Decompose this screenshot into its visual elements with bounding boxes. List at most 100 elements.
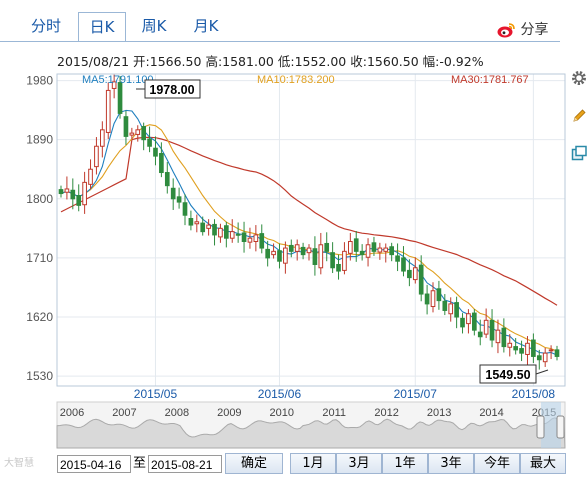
candle [342, 242, 347, 275]
x-tick-label: 2015/05 [134, 387, 178, 398]
range-ytd-button[interactable]: 今年 [474, 453, 520, 474]
candle-body [105, 89, 111, 133]
range-1y-button[interactable]: 1年 [382, 453, 428, 474]
range-3m-button[interactable]: 3月 [336, 453, 382, 474]
candle-body [501, 327, 507, 348]
range-max-button[interactable]: 最大 [520, 453, 566, 474]
candle-body [513, 346, 518, 351]
candle [247, 227, 253, 249]
candle [200, 216, 206, 236]
history-navigator[interactable]: 2006200720082009201020112012201320142015 [0, 400, 587, 452]
candle-body [442, 300, 448, 311]
candle-body [88, 168, 93, 185]
candle-body [525, 342, 530, 355]
settings-gear-icon[interactable] [571, 70, 587, 86]
candle-body [123, 116, 129, 137]
candle [94, 137, 99, 175]
candle-body [153, 147, 158, 157]
candle-body [76, 195, 82, 206]
candle-body [466, 313, 471, 325]
candle-body [265, 248, 270, 259]
candle [412, 257, 418, 284]
navigator-year-label: 2011 [322, 407, 346, 419]
candle [483, 308, 489, 339]
navigator-year-label: 2006 [60, 407, 84, 419]
candle-body [58, 189, 64, 195]
candle [395, 243, 400, 272]
candle-body [519, 348, 524, 354]
navigator-left-handle[interactable] [536, 415, 545, 439]
candle-body [241, 232, 247, 242]
candle-body [188, 218, 194, 226]
tab-intraday[interactable]: 分时 [26, 14, 66, 38]
candle-body [454, 302, 459, 318]
candle [283, 241, 288, 274]
share-label: 分享 [520, 22, 549, 38]
ma5-line [60, 109, 558, 356]
window-popout-icon[interactable] [571, 145, 587, 161]
candle-body [401, 257, 406, 272]
kline-chart[interactable]: 198018901800171016201530 2015/05 2015/06 2… [0, 62, 570, 398]
candle [312, 236, 318, 276]
tab-monthly-k[interactable]: 月K [186, 14, 226, 38]
candle-body [277, 250, 282, 262]
candle [206, 219, 211, 236]
candle [318, 232, 324, 275]
navigator-year-label: 2007 [112, 407, 136, 419]
candle [188, 210, 194, 231]
candle [501, 318, 507, 353]
candle-body [407, 269, 412, 279]
tab-weekly-k[interactable]: 周K [134, 14, 174, 38]
end-date-input[interactable]: 2015-08-21 [148, 455, 222, 473]
candle-body [424, 293, 430, 305]
candle-body [318, 244, 324, 269]
candle-body [147, 138, 152, 147]
candle-body [182, 202, 188, 216]
candle-body [229, 231, 235, 239]
navigator-year-label: 2010 [270, 407, 294, 419]
candle [212, 219, 217, 246]
max-value: 1978.00 [149, 83, 194, 97]
candle-body [200, 222, 206, 233]
candle [531, 333, 536, 364]
y-tick-label: 1710 [26, 251, 53, 265]
ma30-label: MA30:1781.767 [451, 74, 529, 86]
candle-body [253, 234, 259, 242]
max-annotation: 1978.00 [136, 79, 201, 99]
ma5-label: MA5:1791.100 [82, 74, 154, 86]
candle-body [288, 244, 294, 252]
candle [218, 223, 223, 243]
candle-body [554, 349, 560, 357]
candle [170, 178, 176, 210]
candle [389, 242, 394, 262]
navigator-right-handle[interactable] [556, 415, 565, 439]
candle [224, 221, 229, 248]
tab-daily-k[interactable]: 日K [78, 12, 126, 42]
ma10-label: MA10:1783.200 [257, 74, 335, 86]
candle-body [371, 242, 377, 252]
candle [460, 313, 465, 334]
ma30-line [60, 136, 558, 306]
pencil-draw-icon[interactable] [571, 108, 587, 124]
candle-body [82, 181, 87, 206]
candle [418, 255, 424, 302]
candle-body [395, 255, 400, 262]
candle [377, 242, 383, 260]
candle [58, 185, 64, 198]
candle-body [489, 319, 495, 341]
candle-body [472, 312, 477, 331]
range-3y-button[interactable]: 3年 [428, 453, 474, 474]
range-controls: 2015-04-16 至 2015-08-21 确定 1月 3月 1年 3年 今… [0, 452, 587, 477]
chart-gridlines [57, 74, 565, 386]
range-1m-button[interactable]: 1月 [290, 453, 336, 474]
confirm-button[interactable]: 确定 [225, 453, 283, 474]
start-date-input[interactable]: 2015-04-16 [57, 455, 131, 473]
candle [253, 225, 259, 252]
share-button[interactable]: 分享 [496, 19, 548, 41]
candle [466, 309, 471, 334]
x-tick-label: 2015/08 [512, 387, 556, 398]
candle-body [324, 242, 330, 252]
candle-body [224, 225, 229, 239]
navigator-year-label: 2009 [217, 407, 241, 419]
candle-body [418, 264, 424, 295]
